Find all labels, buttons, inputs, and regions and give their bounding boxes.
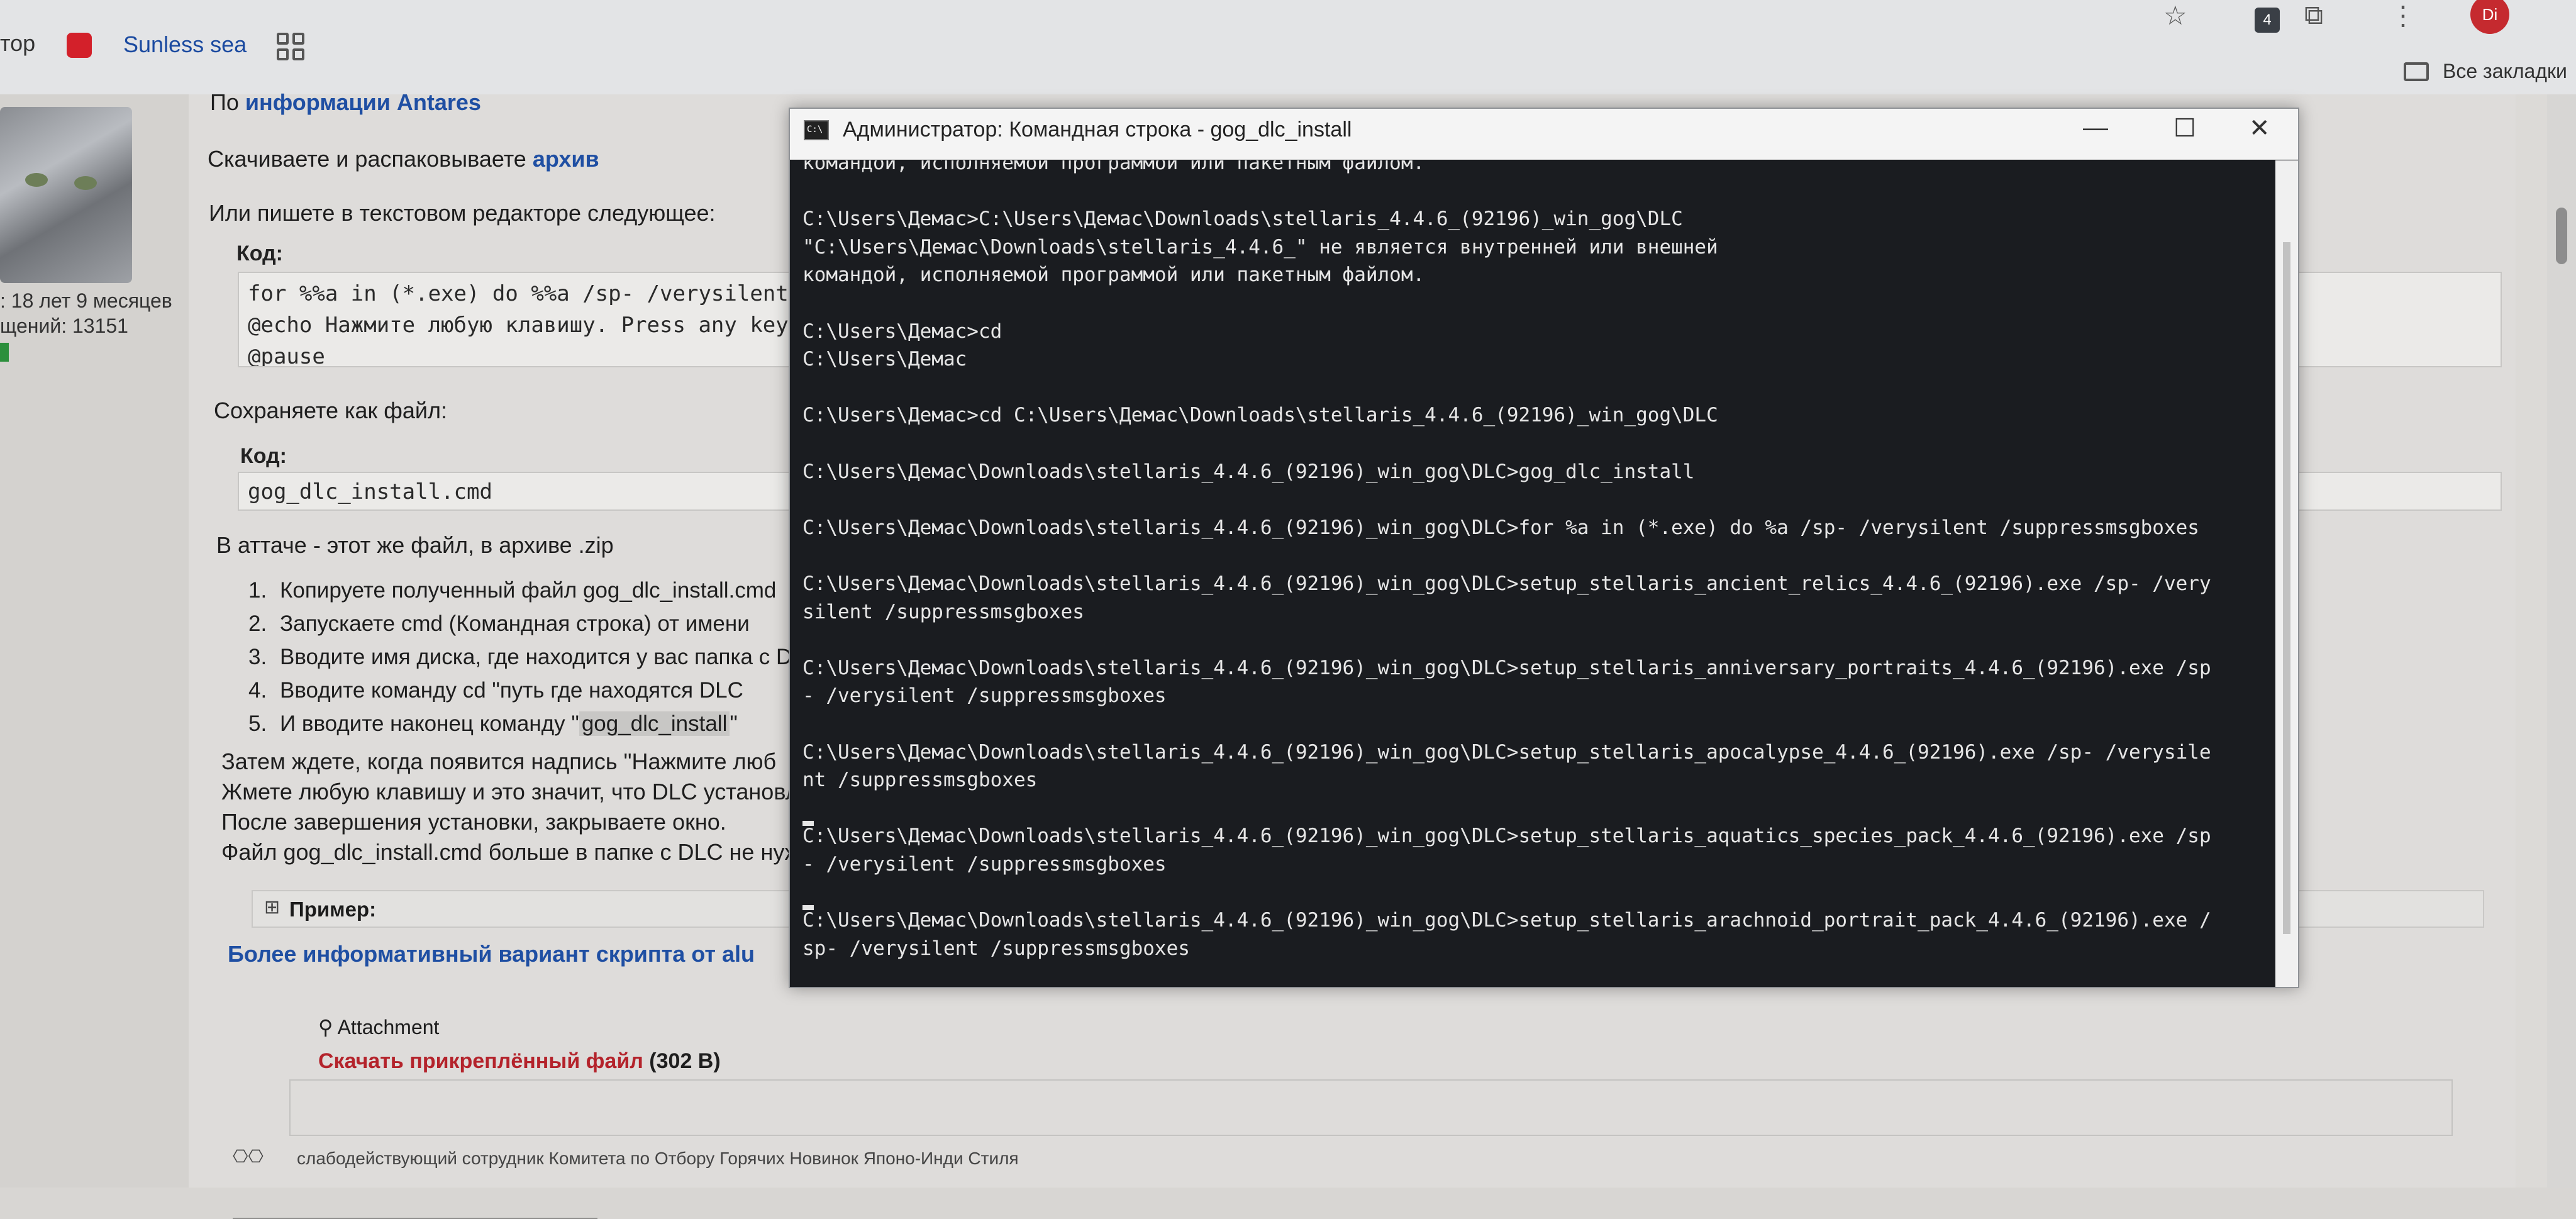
attachment-box xyxy=(289,1079,2453,1136)
console-line: командой, исполняемой программой или пак… xyxy=(802,160,1425,174)
all-bookmarks[interactable]: Все закладки xyxy=(2443,60,2567,83)
cmd-output[interactable]: командой, исполняемой программой или пак… xyxy=(802,160,2262,978)
console-line: nt /suppressmsgboxes xyxy=(802,769,1038,792)
cmd-scroll-thumb[interactable] xyxy=(2283,242,2290,934)
console-line: - /verysilent /suppressmsgboxes xyxy=(802,684,1167,708)
code-label: Код: xyxy=(236,242,283,265)
cmd-icon: C:\ xyxy=(804,120,829,140)
signature-icon: ⎔⎔ xyxy=(233,1147,264,1166)
expand-icon[interactable]: ⊞ xyxy=(264,896,280,918)
after-line-3: После завершения установки, закрываете о… xyxy=(221,809,726,835)
signature-text: слабодействующий сотрудник Комитета по О… xyxy=(297,1149,1019,1168)
command-highlight: gog_dlc_install xyxy=(579,711,730,736)
maximize-icon[interactable]: ☐ xyxy=(2174,114,2196,143)
user-avatar[interactable] xyxy=(0,107,132,283)
console-cursor xyxy=(802,821,814,827)
cmd-window[interactable]: C:\ Администратор: Командная строка - go… xyxy=(789,108,2299,988)
steps-list: 1. Копируете полученный файл gog_dlc_inst… xyxy=(248,574,820,740)
console-line: C:\Users\Демас>C:\Users\Демас\Downloads\… xyxy=(802,208,1683,231)
download-attachment-link[interactable]: Скачать прикреплённый файл xyxy=(318,1049,643,1073)
better-variant-link[interactable]: Более информативный вариант скрипта от a… xyxy=(228,941,755,967)
antares-info-link[interactable]: информации Antares xyxy=(245,89,481,115)
console-line: "C:\Users\Демас\Downloads\stellaris_4.4.… xyxy=(802,235,1718,259)
step-item: 3. Вводите имя диска, где находится у вас… xyxy=(248,645,820,669)
step-item: 2. Запускаете cmd (Командная строка) от и… xyxy=(248,611,750,636)
console-line: C:\Users\Демас\Downloads\stellaris_4.4.6… xyxy=(802,825,2211,848)
console-cursor xyxy=(802,905,814,911)
save-as-line: Сохраняете как файл: xyxy=(214,398,448,423)
notification-badge[interactable]: 4 xyxy=(2255,8,2280,33)
after-line-1: Затем ждете, когда появится надпись "Наж… xyxy=(221,749,777,774)
cmd-title: Администратор: Командная строка - gog_dl… xyxy=(843,118,1352,142)
console-line: C:\Users\Демас\Downloads\stellaris_4.4.6… xyxy=(802,740,2211,764)
console-line: C:\Users\Демас>cd C:\Users\Демас\Downloa… xyxy=(802,404,1718,427)
console-line: sp- /verysilent /suppressmsgboxes xyxy=(802,937,1190,960)
online-status xyxy=(0,343,9,362)
console-line: C:\Users\Демас xyxy=(802,348,967,371)
minimize-icon[interactable]: — xyxy=(2083,114,2108,142)
cmd-titlebar[interactable]: C:\ Администратор: Командная строка - go… xyxy=(790,109,2298,160)
attach-note: В аттаче - этот же файл, в архиве .zip xyxy=(216,532,614,558)
more-icon[interactable]: ⋮ xyxy=(2390,0,2416,31)
profile-avatar[interactable]: Di xyxy=(2470,0,2509,34)
bookmark-cut[interactable]: тор xyxy=(0,30,35,57)
console-line: C:\Users\Демас>cd xyxy=(802,320,1002,343)
star-icon[interactable]: ☆ xyxy=(2163,0,2187,31)
bookmark-sunless-sea[interactable]: Sunless sea xyxy=(123,31,247,58)
apps-grid-icon[interactable] xyxy=(277,33,304,60)
bookmark-favicon xyxy=(67,33,92,58)
cmd-scrollbar[interactable] xyxy=(2275,160,2298,987)
message-count: щений: 13151 xyxy=(0,314,128,337)
step-item: 5. И вводите наконец команду " gog_dlc_ins… xyxy=(248,711,738,736)
console-line: C:\Users\Демас\Downloads\stellaris_4.4.6… xyxy=(802,909,2211,932)
console-line: C:\Users\Демас\Downloads\stellaris_4.4.6… xyxy=(802,572,2211,595)
console-line: C:\Users\Демас\Downloads\stellaris_4.4.6… xyxy=(802,516,2199,539)
console-line: C:\Users\Демас\Downloads\stellaris_4.4.6… xyxy=(802,460,1695,483)
close-icon[interactable]: ✕ xyxy=(2249,114,2270,143)
after-line-2: Жмете любую клавишу и это значит, что DL… xyxy=(221,779,840,804)
step-item: 1. Копируете полученный файл gog_dlc_inst… xyxy=(248,578,777,603)
console-line: silent /suppressmsgboxes xyxy=(802,600,1084,623)
console-line: C:\Users\Демас\Downloads\stellaris_4.4.6… xyxy=(802,656,2211,679)
download-attachment: Скачать прикреплённый файл (302 В) xyxy=(318,1049,721,1073)
console-line: командой, исполняемой программой или пак… xyxy=(802,264,1425,287)
extensions-icon[interactable]: ⧉ xyxy=(2304,0,2323,31)
download-line: Скачиваете и распаковываете архив xyxy=(208,146,599,172)
paperclip-icon: ⚲ xyxy=(318,1016,333,1038)
intro-line: По информации Antares xyxy=(210,89,481,115)
console-line: - /verysilent /suppressmsgboxes xyxy=(802,853,1167,876)
write-line: Или пишете в текстовом редакторе следующ… xyxy=(209,200,716,226)
page-scroll-thumb[interactable] xyxy=(2556,208,2567,264)
bookmarks-bar: тор Sunless sea ☆ 4 ⧉ ⋮ Di Все закладки xyxy=(0,0,2576,96)
membership-duration: : 18 лет 9 месяцев xyxy=(0,289,172,312)
code2-label: Код: xyxy=(240,444,287,468)
attachment-title: ⚲ Attachment xyxy=(313,1015,445,1039)
archive-link[interactable]: архив xyxy=(533,146,599,172)
step-item: 4. Вводите команду cd "путь где находятся… xyxy=(248,678,743,703)
user-sidebar: : 18 лет 9 месяцев щений: 13151 xyxy=(0,94,189,1188)
example-label[interactable]: Пример: xyxy=(289,898,376,921)
folder-icon xyxy=(2404,62,2429,81)
